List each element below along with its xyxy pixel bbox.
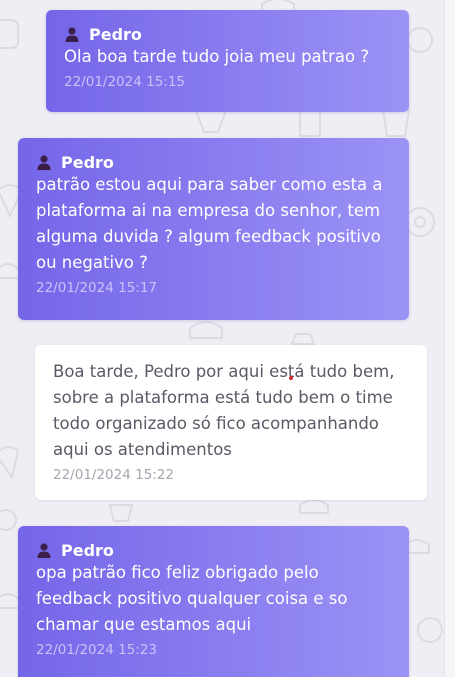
message-timestamp: 22/01/2024 15:17 <box>36 280 158 296</box>
message-timestamp: 22/01/2024 15:23 <box>36 642 158 658</box>
text-cursor-marker <box>289 376 293 380</box>
sender-name: Pedro <box>61 152 114 172</box>
message-sender: Pedro <box>64 24 391 44</box>
scrollbar[interactable] <box>444 0 455 677</box>
user-icon <box>37 155 51 170</box>
message-bubble: Pedro Ola boa tarde tudo joia meu patrao… <box>46 10 409 112</box>
user-icon <box>65 27 79 42</box>
sender-name: Pedro <box>61 540 114 560</box>
message-bubble: Pedro patrão estou aqui para saber como … <box>18 138 409 320</box>
message-timestamp: 22/01/2024 15:15 <box>64 74 186 90</box>
message-sender: Pedro <box>36 540 391 560</box>
message-text: patrão estou aqui para saber como esta a… <box>36 175 383 272</box>
message-text: opa patrão fico feliz obrigado pelo feed… <box>36 563 348 634</box>
sender-name: Pedro <box>89 24 142 44</box>
message-bubble: Pedro opa patrão fico feliz obrigado pel… <box>18 526 409 677</box>
message-timestamp: 22/01/2024 15:22 <box>53 467 175 483</box>
message-sender: Pedro <box>36 152 391 172</box>
message-text: Boa tarde, Pedro por aqui está tudo bem,… <box>53 362 395 459</box>
user-icon <box>37 543 51 558</box>
message-bubble-outgoing: Boa tarde, Pedro por aqui está tudo bem,… <box>35 345 427 500</box>
message-text: Ola boa tarde tudo joia meu patrao ? <box>64 47 370 66</box>
chat-area[interactable]: Pedro Ola boa tarde tudo joia meu patrao… <box>0 0 445 677</box>
